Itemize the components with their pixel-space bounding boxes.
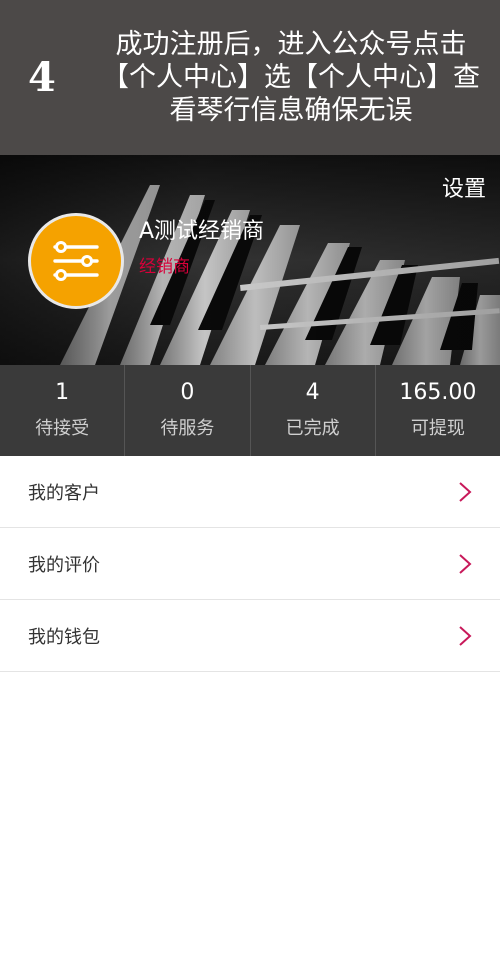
stat-value: 4 [305, 379, 320, 405]
menu-item-label: 我的评价 [28, 554, 100, 576]
avatar[interactable] [28, 213, 124, 309]
instruction-text: 成功注册后，进入公众号点击【个人中心】选【个人中心】查看琴行信息确保无误 [102, 29, 480, 126]
user-name: A测试经销商 [139, 219, 265, 244]
profile-header: 设置 A测试经销商 经销商 [0, 155, 500, 365]
stat-value: 0 [180, 379, 195, 405]
stat-label: 待服务 [160, 417, 215, 439]
stat-label: 可提现 [410, 417, 465, 439]
menu-item-label: 我的客户 [28, 482, 100, 504]
stat-label: 已完成 [285, 417, 340, 439]
stat-completed[interactable]: 4 已完成 [251, 365, 376, 456]
instruction-banner: 4 成功注册后，进入公众号点击【个人中心】选【个人中心】查看琴行信息确保无误 [0, 0, 500, 155]
stat-label: 待接受 [35, 417, 90, 439]
user-role: 经销商 [139, 257, 190, 277]
menu-item-my-wallet[interactable]: 我的钱包 [0, 600, 500, 672]
chevron-right-icon [459, 481, 472, 502]
menu-item-label: 我的钱包 [28, 626, 100, 648]
stat-pending-service[interactable]: 0 待服务 [125, 365, 251, 456]
settings-link[interactable]: 设置 [442, 171, 486, 203]
stats-bar: 1 待接受 0 待服务 4 已完成 165.00 可提现 [0, 365, 500, 456]
menu-item-my-customers[interactable]: 我的客户 [0, 456, 500, 528]
stat-pending-accept[interactable]: 1 待接受 [0, 365, 126, 456]
chevron-right-icon [459, 625, 472, 646]
chevron-right-icon [459, 553, 472, 574]
stat-value: 165.00 [399, 379, 477, 405]
step-number: 4 [28, 54, 56, 101]
stat-value: 1 [55, 379, 70, 405]
menu-item-my-reviews[interactable]: 我的评价 [0, 528, 500, 600]
stat-withdrawable[interactable]: 165.00 可提现 [376, 365, 500, 456]
menu-list: 我的客户 我的评价 我的钱包 [0, 456, 500, 672]
sliders-icon [53, 241, 99, 281]
